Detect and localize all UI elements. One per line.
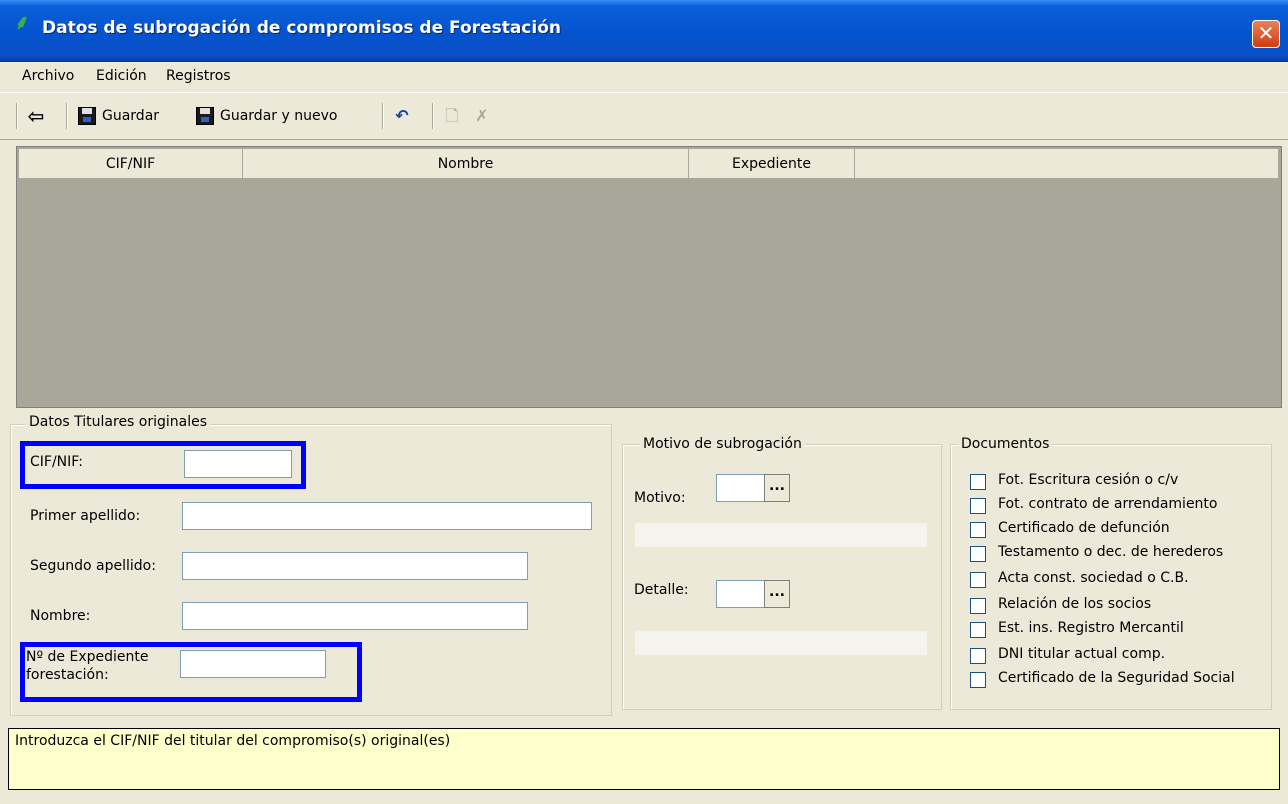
doc-checkbox-socios[interactable]: [970, 598, 986, 614]
new-document-icon: 🗋: [445, 106, 459, 125]
doc-label-socios: Relación de los socios: [998, 596, 1152, 612]
back-arrow-icon: ⇦: [27, 104, 45, 128]
save-and-new-button[interactable]: Guardar y nuevo: [196, 103, 337, 129]
status-message: Introduzca el CIF/NIF del titular del co…: [8, 728, 1280, 790]
doc-label-dni: DNI titular actual comp.: [998, 646, 1166, 662]
menu-registros[interactable]: Registros: [166, 68, 231, 84]
cif-highlight: [20, 441, 306, 489]
doc-label-arrendamiento: Fot. contrato de arrendamiento: [998, 496, 1218, 512]
column-header-expediente[interactable]: Expediente: [689, 149, 855, 179]
close-icon: ✕: [1257, 21, 1275, 45]
undo-button[interactable]: ↶: [392, 103, 416, 129]
doc-checkbox-acta[interactable]: [970, 572, 986, 588]
nombre-input[interactable]: [182, 602, 528, 630]
menu-bar: Archivo Edición Registros: [0, 62, 1288, 90]
motivo-input[interactable]: [716, 474, 766, 502]
toolbar-separator: [382, 103, 384, 129]
title-bar[interactable]: ⸙ Datos de subrogación de compromisos de…: [0, 0, 1288, 62]
new-record-button[interactable]: 🗋: [442, 103, 466, 129]
toolbar: ⇦ Guardar Guardar y nuevo ↶ 🗋 ✗: [0, 92, 1288, 140]
undo-icon: ↶: [395, 106, 409, 125]
motivo-lookup-button[interactable]: ...: [764, 474, 790, 502]
delete-record-button[interactable]: ✗: [472, 103, 496, 129]
toolbar-separator: [432, 103, 434, 129]
doc-checkbox-defuncion[interactable]: [970, 522, 986, 538]
save-label: Guardar: [102, 108, 160, 124]
floppy-disk-icon: [78, 107, 96, 125]
palm-tree-icon: ⸙: [14, 10, 30, 34]
doc-checkbox-arrendamiento[interactable]: [970, 498, 986, 514]
toolbar-separator: [16, 103, 18, 129]
doc-label-seguridad-social: Certificado de la Seguridad Social: [998, 670, 1235, 686]
detalle-label: Detalle:: [634, 582, 689, 598]
save-and-new-label: Guardar y nuevo: [220, 108, 338, 124]
floppy-disk-new-icon: [196, 107, 214, 125]
motivo-label: Motivo:: [634, 490, 686, 506]
motivo-description-field: [634, 522, 928, 548]
doc-checkbox-seguridad-social[interactable]: [970, 672, 986, 688]
motivo-group-label: Motivo de subrogación: [640, 436, 805, 452]
nombre-label: Nombre:: [30, 608, 91, 624]
doc-checkbox-dni[interactable]: [970, 648, 986, 664]
expediente-highlight: [20, 642, 362, 702]
delete-record-icon: ✗: [475, 106, 489, 125]
back-button[interactable]: ⇦: [26, 103, 50, 129]
records-grid[interactable]: CIF/NIF Nombre Expediente: [16, 146, 1282, 408]
primer-apellido-input[interactable]: [182, 502, 592, 530]
close-button[interactable]: ✕: [1252, 20, 1280, 48]
doc-label-defuncion: Certificado de defunción: [998, 520, 1170, 536]
primer-apellido-label: Primer apellido:: [30, 508, 141, 524]
titulares-group-label: Datos Titulares originales: [26, 414, 211, 430]
detalle-description-field: [634, 630, 928, 656]
window-title: Datos de subrogación de compromisos de F…: [42, 18, 561, 38]
menu-archivo[interactable]: Archivo: [22, 68, 74, 84]
doc-checkbox-registro[interactable]: [970, 622, 986, 638]
detalle-lookup-button[interactable]: ...: [764, 580, 790, 608]
segundo-apellido-label: Segundo apellido:: [30, 558, 156, 574]
column-header-nombre[interactable]: Nombre: [243, 149, 689, 179]
doc-checkbox-testamento[interactable]: [970, 546, 986, 562]
menu-edicion[interactable]: Edición: [96, 68, 147, 84]
documentos-group-label: Documentos: [958, 436, 1053, 452]
doc-label-registro: Est. ins. Registro Mercantil: [998, 620, 1184, 636]
doc-label-escritura: Fot. Escritura cesión o c/v: [998, 472, 1179, 488]
doc-label-acta: Acta const. sociedad o C.B.: [998, 570, 1189, 586]
segundo-apellido-input[interactable]: [182, 552, 528, 580]
column-header-empty: [855, 149, 1279, 179]
doc-label-testamento: Testamento o dec. de herederos: [998, 544, 1224, 560]
doc-checkbox-escritura[interactable]: [970, 474, 986, 490]
toolbar-separator: [66, 103, 68, 129]
column-header-cif[interactable]: CIF/NIF: [19, 149, 243, 179]
detalle-input[interactable]: [716, 580, 766, 608]
save-button[interactable]: Guardar: [78, 103, 159, 129]
